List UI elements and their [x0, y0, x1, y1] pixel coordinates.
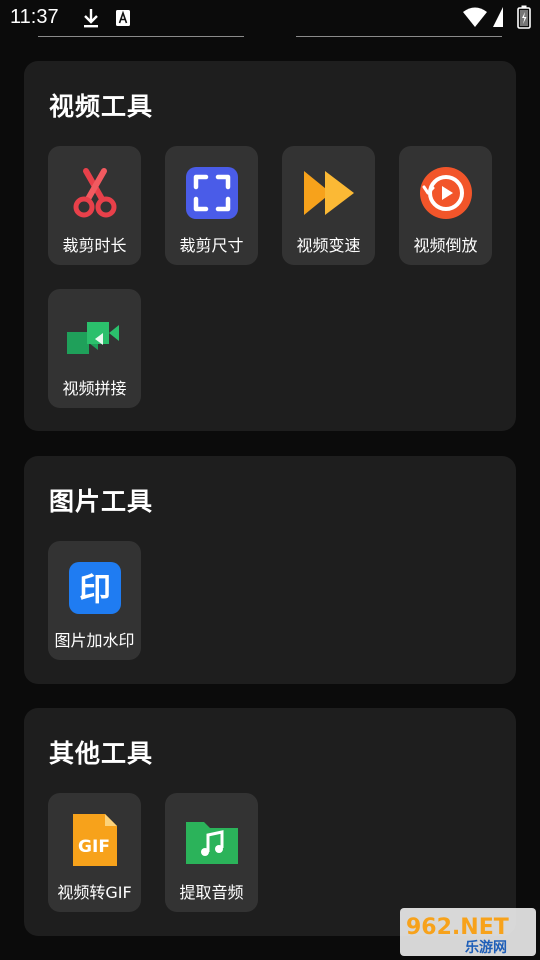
video-tools-card: 视频工具 裁剪时长 裁剪尺寸 视频变速 视频倒放 视频拼接 — [24, 61, 516, 431]
tool-video-to-gif[interactable]: GIF 视频转GIF — [48, 793, 141, 912]
tool-label: 视频变速 — [296, 236, 361, 255]
tool-video-reverse[interactable]: 视频倒放 — [399, 146, 492, 265]
tool-label: 视频倒放 — [413, 236, 478, 255]
top-tab-indicators — [0, 36, 540, 38]
tool-label: 提取音频 — [179, 883, 244, 902]
tool-trim-duration[interactable]: 裁剪时长 — [48, 146, 141, 265]
stamp-icon: 印 — [69, 562, 121, 614]
scissors-icon — [73, 168, 117, 218]
tool-video-merge[interactable]: 视频拼接 — [48, 289, 141, 408]
tool-label: 视频拼接 — [62, 379, 127, 398]
reverse-play-icon — [420, 167, 472, 219]
text-app-icon — [116, 10, 130, 26]
crop-frame-icon — [186, 167, 238, 219]
watermark-logo: 962.NET 乐游网 — [400, 908, 536, 956]
tool-label: 裁剪时长 — [62, 236, 127, 255]
svg-text:962.NET: 962.NET — [406, 915, 509, 940]
status-time: 11:37 — [10, 6, 59, 28]
video-merge-icon — [67, 322, 119, 354]
tool-label: 视频转GIF — [57, 883, 132, 902]
svg-text:GIF: GIF — [78, 837, 110, 857]
video-tools-title: 视频工具 — [49, 92, 154, 121]
tool-label: 图片加水印 — [54, 631, 135, 650]
music-folder-icon — [186, 822, 238, 864]
tool-crop-size[interactable]: 裁剪尺寸 — [165, 146, 258, 265]
image-tools-card: 图片工具 印 图片加水印 — [24, 456, 516, 684]
svg-text:印: 印 — [79, 570, 111, 608]
svg-text:乐游网: 乐游网 — [465, 939, 507, 956]
tool-extract-audio[interactable]: 提取音频 — [165, 793, 258, 912]
status-bar: 11:37 — [0, 0, 540, 36]
image-tools-title: 图片工具 — [49, 487, 154, 516]
fast-forward-icon — [304, 171, 354, 215]
tab-indicator-left — [38, 36, 244, 37]
signal-icon — [493, 7, 503, 27]
download-icon — [84, 9, 98, 28]
tool-video-speed[interactable]: 视频变速 — [282, 146, 375, 265]
tool-label: 裁剪尺寸 — [179, 236, 244, 255]
gif-file-icon: GIF — [73, 814, 117, 866]
tab-indicator-right — [296, 36, 502, 37]
battery-icon — [517, 5, 531, 29]
other-tools-title: 其他工具 — [49, 739, 154, 768]
tool-image-watermark[interactable]: 印 图片加水印 — [48, 541, 141, 660]
other-tools-card: 其他工具 GIF 视频转GIF 提取音频 — [24, 708, 516, 936]
wifi-icon — [463, 7, 487, 27]
